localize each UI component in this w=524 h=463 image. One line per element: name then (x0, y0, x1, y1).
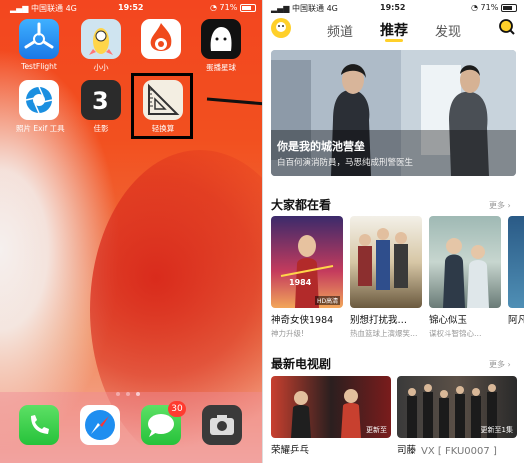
app-jiaying[interactable]: 3 佳影 (78, 80, 124, 134)
app-fire-phone[interactable] (138, 19, 184, 62)
ios-home-screen: ▂▄▆ 中国联通 4G 19:52 ◔ 71% TestFlight 小小 蛋播… (0, 0, 262, 463)
signal-icon: ▂▄▆ (271, 4, 290, 13)
jiaying-logo-icon: 3 (81, 80, 121, 120)
banner-dots (471, 168, 499, 176)
carrier-label: 中国联通 (31, 4, 64, 13)
card-subtitle: 谋权斗智锦心… (429, 329, 482, 338)
card-subtitle: 热血篮球上演爆笑… (350, 329, 418, 338)
alarm-icon: ◔ (471, 3, 478, 12)
status-time: 19:52 (118, 3, 144, 12)
status-time: 19:52 (380, 3, 406, 12)
card-si-teng[interactable]: 更新至1集 司藤 (397, 376, 517, 456)
section-title-tv-series: 最新电视剧 (271, 357, 332, 371)
card-subtitle: 神力升级! (271, 329, 305, 338)
more-link-popular[interactable]: 更多 › (489, 200, 511, 211)
card-title: 别想打扰我… (350, 315, 408, 326)
card-a-fan[interactable]: 阿凡 (508, 216, 524, 326)
camera-aperture-icon (19, 80, 59, 120)
fire-telephone-icon (141, 19, 181, 59)
card-title: 神奇女侠1984 (271, 315, 334, 326)
tab-recommend[interactable]: 推荐 (380, 20, 408, 40)
app-label: 蛋播星球 (206, 63, 236, 72)
testflight-icon (19, 19, 59, 59)
alarm-icon: ◔ (210, 3, 217, 12)
tab-channels[interactable]: 频道 (327, 21, 353, 40)
battery-icon (239, 3, 256, 12)
ruler-triangle-icon (143, 80, 183, 120)
dock: 30 (0, 392, 262, 463)
poster-image: 1984 HD高清 (271, 216, 343, 308)
carrier-label: 中国联通 (292, 4, 325, 13)
camera-icon[interactable] (202, 405, 242, 445)
poster-image: 更新至 (271, 376, 391, 438)
signal-icon: ▂▄▆ (10, 4, 29, 13)
app-qinghuansuan[interactable]: 轻换算 (140, 80, 186, 134)
card-bie-xiang-da-rao[interactable]: 别想打扰我… 热血篮球上演爆笑… (350, 216, 422, 339)
card-jin-xin-si-yu[interactable]: 锦心似玉 谋权斗智锦心… (429, 216, 501, 339)
avatar-icon[interactable] (271, 18, 291, 38)
app-exif-tool[interactable]: 照片 Exif 工具 (16, 80, 65, 134)
app-label: 小小 (93, 63, 109, 72)
svg-text:3: 3 (92, 87, 109, 115)
network-label: 4G (65, 4, 77, 13)
rocket-character-icon (81, 19, 121, 59)
more-link-tv-series[interactable]: 更多 › (489, 359, 511, 370)
poster-text: 1984 (289, 278, 312, 287)
hd-badge: HD高清 (315, 296, 341, 305)
white-ghost-icon (201, 19, 241, 59)
app-xiaoxiao[interactable]: 小小 (78, 19, 124, 73)
card-title: 锦心似玉 (429, 315, 468, 326)
more-label: 更多 (489, 201, 505, 210)
banner-title: 你是我的城池营垒 (277, 140, 365, 153)
poster-image (508, 216, 524, 308)
messages-badge: 30 (168, 401, 186, 417)
episode-overlay: 更新至 (366, 426, 387, 434)
app-label: TestFlight (21, 62, 57, 71)
chevron-right-icon: › (505, 360, 511, 369)
card-wonder-woman[interactable]: 1984 HD高清 神奇女侠1984 神力升级! (271, 216, 343, 339)
hero-banner[interactable]: 你是我的城池营垒 白百何演消防員，马思纯成刑警医生 (271, 50, 516, 176)
status-battery: ◔ 71% (210, 3, 256, 12)
tab-underline (385, 39, 403, 42)
video-app-screen: ▂▄▆ 中国联通 4G 19:52 ◔ 71% 频道 推荐 发现 你是我的城池营… (263, 0, 524, 463)
banner-subtitle: 白百何演消防員，马思纯成刑警医生 (277, 158, 414, 168)
safari-compass-icon[interactable] (80, 405, 120, 445)
card-rong-yao-ping-pang[interactable]: 更新至 荣耀乒乓 (271, 376, 391, 456)
network-label: 4G (326, 4, 338, 13)
search-icon[interactable] (498, 18, 516, 40)
app-testflight[interactable]: TestFlight (16, 19, 62, 71)
status-carrier: ▂▄▆ 中国联通 4G (271, 3, 338, 14)
watermark-text: VX [ FKU0007 ] (421, 446, 497, 457)
battery-label: 71% (480, 3, 499, 12)
phone-icon[interactable] (19, 405, 59, 445)
status-battery: ◔ 71% (471, 3, 517, 12)
more-label: 更多 (489, 360, 505, 369)
status-carrier: ▂▄▆ 中国联通 4G (10, 3, 77, 14)
section-title-popular: 大家都在看 (271, 198, 332, 212)
chevron-right-icon: › (505, 201, 511, 210)
poster-image: 更新至1集 (397, 376, 517, 438)
battery-icon (500, 3, 517, 12)
app-label: 佳影 (93, 124, 109, 133)
app-danbo[interactable]: 蛋播星球 (198, 19, 244, 73)
card-title: 阿凡 (508, 315, 524, 326)
app-label: 照片 Exif 工具 (16, 124, 65, 133)
card-title: 荣耀乒乓 (271, 445, 310, 456)
app-label: 轻换算 (151, 124, 175, 133)
poster-image (429, 216, 501, 308)
episode-overlay: 更新至1集 (480, 426, 513, 434)
poster-image (350, 216, 422, 308)
battery-label: 71% (219, 3, 238, 12)
tab-discover[interactable]: 发现 (435, 21, 461, 40)
